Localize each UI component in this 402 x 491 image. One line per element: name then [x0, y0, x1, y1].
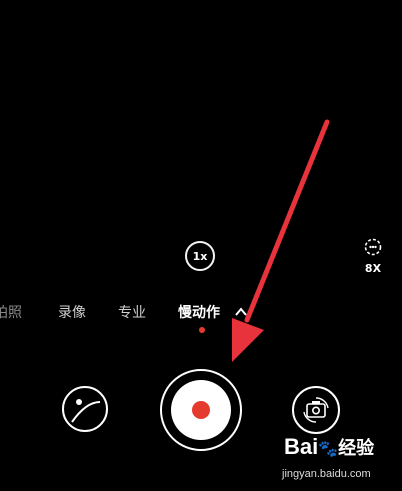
gallery-button[interactable]: [62, 386, 108, 432]
watermark-url: jingyan.baidu.com: [282, 468, 371, 480]
chevron-up-icon[interactable]: [234, 305, 248, 319]
slow-motion-speed-icon: [364, 238, 382, 256]
switch-camera-icon: [303, 397, 329, 423]
baidu-watermark: Bai🐾经验 jingyan.baidu.com: [280, 434, 398, 488]
zoom-level-label: 1x: [192, 249, 208, 263]
active-mode-indicator: [199, 327, 205, 333]
mode-pro[interactable]: 专业: [118, 302, 146, 324]
mode-photo[interactable]: 拍照: [0, 302, 22, 324]
paw-icon: 🐾: [318, 441, 339, 458]
speed-label: 8X: [364, 262, 382, 275]
mode-video[interactable]: 录像: [58, 302, 86, 324]
record-dot: [192, 401, 210, 419]
switch-camera-button[interactable]: [292, 386, 340, 434]
zoom-level-button[interactable]: 1x: [185, 241, 215, 271]
slow-motion-speed-button[interactable]: 8X: [356, 238, 390, 278]
record-shutter-button[interactable]: [160, 369, 242, 451]
gallery-thumbnail-icon: [71, 399, 101, 423]
watermark-logo: Bai🐾经验: [284, 434, 375, 459]
mode-slow-motion[interactable]: 慢动作: [178, 302, 220, 324]
record-shutter-icon: [171, 380, 231, 440]
